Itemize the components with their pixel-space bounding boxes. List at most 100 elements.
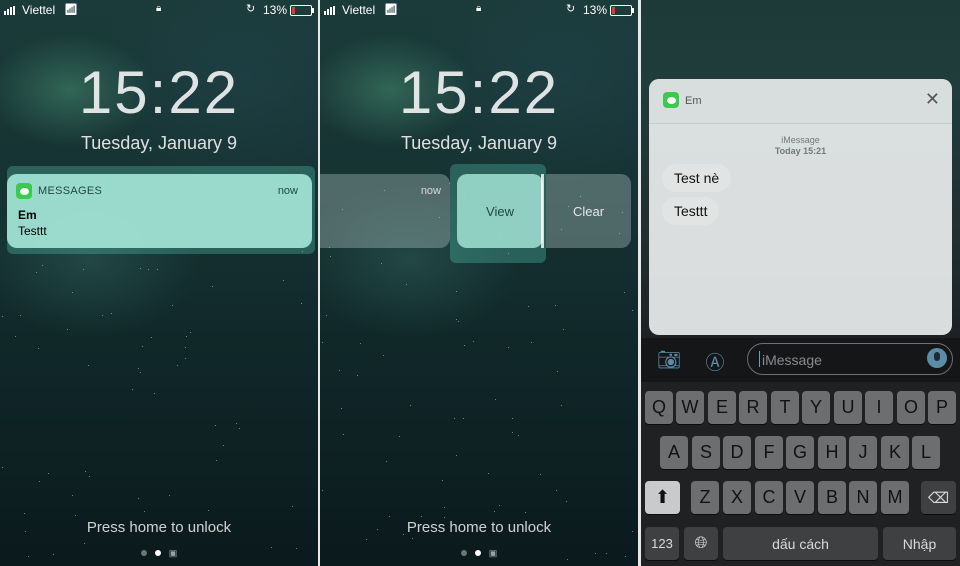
wallpaper-star: [169, 495, 170, 496]
swiped-notification[interactable]: now: [320, 174, 450, 248]
message-bubble: Testtt: [662, 197, 720, 225]
wallpaper-star: [508, 347, 509, 348]
wallpaper-star: [154, 393, 155, 394]
carrier-label: Viettel: [22, 3, 56, 17]
key-g[interactable]: G: [786, 436, 814, 469]
wallpaper-star: [140, 372, 141, 373]
wallpaper-star: [410, 405, 411, 406]
wallpaper-star: [144, 511, 145, 512]
lock-time: 15:22: [78, 59, 240, 126]
messages-app-icon: [16, 183, 32, 199]
key-x[interactable]: X: [723, 481, 751, 514]
wallpaper-star: [20, 315, 21, 316]
wallpaper-star: [67, 329, 68, 330]
view-button[interactable]: View: [457, 174, 543, 248]
wallpaper-star: [111, 313, 112, 314]
key-v[interactable]: V: [786, 481, 814, 514]
unlock-hint: Press home to unlock: [406, 519, 552, 536]
wallpaper-star: [102, 315, 103, 316]
key-y[interactable]: Y: [802, 391, 830, 424]
signal-icon: [324, 6, 335, 15]
wallpaper-star: [406, 284, 407, 285]
wallpaper-star: [360, 343, 361, 344]
conversation-timestamp: Today 15:21: [774, 146, 827, 156]
key-d[interactable]: D: [723, 436, 751, 469]
key-p[interactable]: P: [928, 391, 956, 424]
key-e[interactable]: E: [708, 391, 736, 424]
key-r[interactable]: R: [739, 391, 767, 424]
wallpaper-star: [186, 336, 187, 337]
wallpaper-star: [84, 543, 85, 544]
wallpaper-star: [216, 460, 217, 461]
wallpaper-star: [566, 501, 567, 502]
wallpaper-star: [212, 286, 213, 287]
message-notification[interactable]: MESSAGES now Em Testtt: [7, 174, 312, 248]
key-l[interactable]: L: [912, 436, 940, 469]
wallpaper-star: [239, 428, 240, 429]
wallpaper-star: [386, 461, 387, 462]
key-w[interactable]: W: [676, 391, 704, 424]
key-t[interactable]: T: [771, 391, 799, 424]
notification-sender: Em: [18, 208, 37, 222]
wallpaper-star: [555, 305, 556, 306]
key-j[interactable]: J: [849, 436, 877, 469]
key-i[interactable]: I: [865, 391, 893, 424]
key-q[interactable]: Q: [645, 391, 673, 424]
globe-key[interactable]: 🌐︎: [684, 527, 718, 560]
key-m[interactable]: M: [881, 481, 909, 514]
microphone-icon[interactable]: [927, 348, 947, 368]
wallpaper-star: [488, 473, 489, 474]
numbers-key[interactable]: 123: [645, 527, 679, 560]
wallpaper-star: [72, 292, 73, 293]
text-cursor: [759, 351, 760, 367]
key-z[interactable]: Z: [691, 481, 719, 514]
key-k[interactable]: K: [881, 436, 909, 469]
wallpaper-star: [499, 505, 500, 506]
wallpaper-star: [624, 292, 625, 293]
messages-app-icon: [663, 92, 679, 108]
composer-bar: 📷︎ Ⓐ iMessage: [641, 338, 960, 382]
wallpaper-star: [301, 303, 302, 304]
key-h[interactable]: H: [818, 436, 846, 469]
key-b[interactable]: B: [818, 481, 846, 514]
wallpaper-star: [83, 269, 84, 270]
wallpaper-star: [24, 513, 25, 514]
wallpaper-star: [138, 368, 139, 369]
wallpaper-star: [148, 269, 149, 270]
wifi-icon: 📶︎: [384, 4, 398, 16]
view-button-edge: [541, 174, 544, 248]
wallpaper-star: [557, 371, 558, 372]
close-icon[interactable]: ✕: [925, 90, 940, 108]
key-f[interactable]: F: [755, 436, 783, 469]
key-o[interactable]: O: [897, 391, 925, 424]
status-bar: Viettel 📶︎ 🔒︎ ↻ 13%: [320, 0, 638, 20]
conversation-meta: iMessage Today 15:21: [649, 135, 952, 157]
notification-time: now: [420, 185, 441, 197]
page-dot: [460, 550, 467, 556]
wallpaper-star: [456, 455, 457, 456]
wallpaper-star: [322, 342, 323, 343]
wallpaper-star: [185, 347, 186, 348]
wallpaper-star: [185, 358, 186, 359]
space-key[interactable]: dấu cách: [723, 527, 878, 560]
wallpaper-star: [28, 556, 29, 557]
key-n[interactable]: N: [849, 481, 877, 514]
app-store-icon[interactable]: Ⓐ: [701, 348, 729, 374]
message-placeholder: iMessage: [762, 352, 822, 368]
lock-icon: 🔒︎: [476, 3, 482, 14]
wallpaper-star: [389, 516, 390, 517]
camera-icon[interactable]: 📷︎: [655, 348, 683, 371]
key-c[interactable]: C: [755, 481, 783, 514]
message-input[interactable]: iMessage: [747, 343, 953, 375]
key-a[interactable]: A: [660, 436, 688, 469]
shift-key[interactable]: ⬆︎: [645, 481, 680, 514]
battery-icon: [290, 5, 314, 16]
key-u[interactable]: U: [834, 391, 862, 424]
clear-button[interactable]: Clear: [546, 174, 631, 248]
key-s[interactable]: S: [692, 436, 720, 469]
delete-key[interactable]: ⌫: [921, 481, 956, 514]
wallpaper-star: [561, 405, 562, 406]
wallpaper-star: [442, 480, 443, 481]
return-key[interactable]: Nhập: [883, 527, 956, 560]
wallpaper-star: [494, 511, 495, 512]
